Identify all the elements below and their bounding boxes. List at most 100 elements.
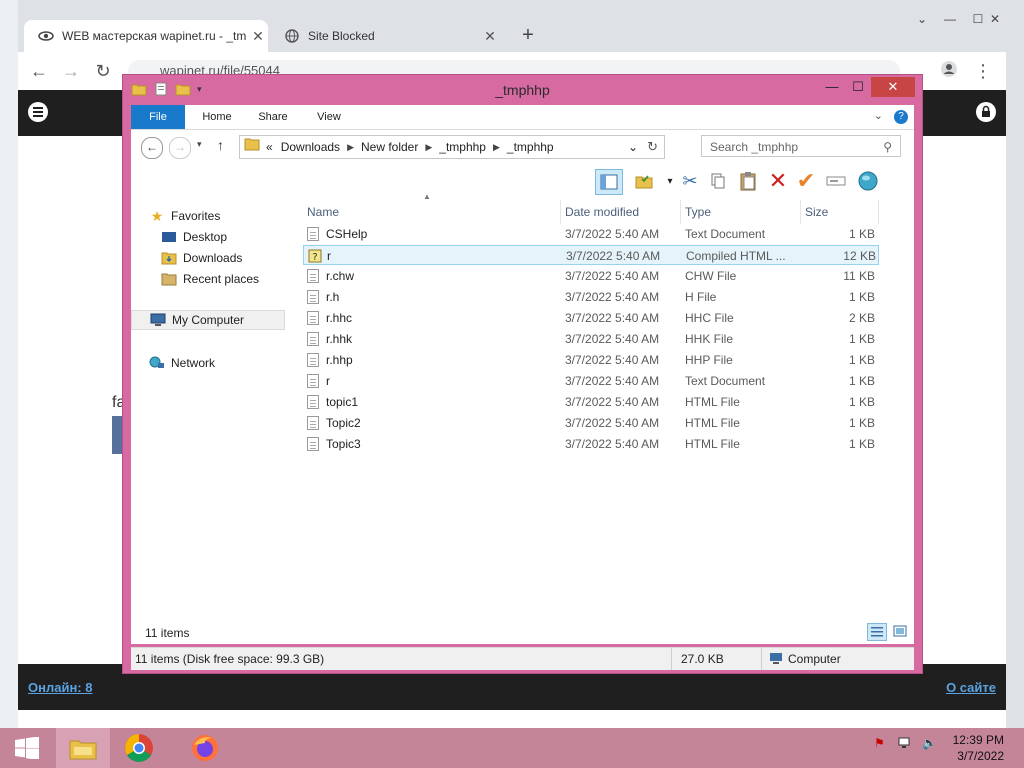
menu-dots-icon[interactable]: ⋮ [972, 60, 994, 82]
profile-avatar-icon[interactable] [938, 60, 960, 82]
paste-icon[interactable] [735, 169, 761, 193]
file-row[interactable]: Topic3 3/7/2022 5:40 AM HTML File 1 KB [303, 434, 879, 454]
file-row[interactable]: CSHelp 3/7/2022 5:40 AM Text Document 1 KB [303, 224, 879, 244]
chevron-right-icon[interactable]: ▶ [425, 136, 432, 158]
breadcrumb-downloads[interactable]: Downloads [281, 136, 340, 158]
file-name-cell: Topic2 [307, 413, 557, 433]
tab-wapinet[interactable]: WEB мастерская wapinet.ru - _tm ✕ [24, 20, 268, 52]
lock-icon[interactable] [976, 102, 996, 122]
volume-muted-icon[interactable]: 🔈 [922, 736, 937, 750]
file-row[interactable]: r 3/7/2022 5:40 AM Text Document 1 KB [303, 371, 879, 391]
file-type-cell: HHK File [685, 332, 734, 346]
rename-icon[interactable] [823, 169, 849, 193]
file-row[interactable]: r.hhc 3/7/2022 5:40 AM HHC File 2 KB [303, 308, 879, 328]
large-icons-view-icon[interactable] [891, 623, 911, 641]
forward-button[interactable]: → [169, 137, 191, 159]
file-size-cell: 12 KB [843, 249, 876, 263]
back-button[interactable]: ← [141, 137, 163, 159]
nav-network[interactable]: Network [149, 353, 215, 373]
delete-icon[interactable]: ✕ [765, 168, 791, 193]
clock[interactable]: 12:39 PM 3/7/2022 [953, 732, 1004, 764]
tab-share[interactable]: Share [249, 105, 297, 129]
cut-icon[interactable]: ✂ [677, 169, 703, 193]
action-center-flag-icon[interactable]: ⚑ [874, 736, 885, 750]
file-icon [307, 290, 319, 304]
nav-favorites[interactable]: ★ Favorites [149, 206, 221, 226]
nav-my-computer[interactable]: My Computer [131, 310, 285, 330]
reload-icon[interactable]: ↻ [92, 60, 114, 82]
window-titlebar[interactable]: ▾ _tmphhp — ☐ ✕ [123, 75, 922, 105]
refresh-icon[interactable]: ↻ [647, 136, 658, 158]
recent-locations-icon[interactable]: ▾ [197, 139, 202, 150]
file-row[interactable]: Topic2 3/7/2022 5:40 AM HTML File 1 KB [303, 413, 879, 433]
file-name-cell: r.hhp [307, 350, 557, 370]
ribbon-tabs: File Home Share View ⌄ ? [131, 105, 914, 130]
maximize-button[interactable]: ☐ [845, 77, 871, 97]
close-button[interactable]: ✕ [871, 77, 915, 97]
file-type-cell: HTML File [685, 437, 740, 451]
preview-pane-icon[interactable] [595, 169, 623, 195]
close-tab-icon[interactable]: ✕ [480, 28, 500, 45]
nav-recent-places[interactable]: Recent places [161, 269, 259, 289]
address-bar[interactable]: « Downloads ▶ New folder ▶ _tmphhp ▶ _tm… [239, 135, 665, 159]
nav-downloads[interactable]: Downloads [161, 248, 242, 268]
tab-file[interactable]: File [131, 105, 185, 129]
chevron-right-icon[interactable]: ▶ [347, 136, 354, 158]
hamburger-menu-icon[interactable] [28, 102, 48, 122]
close-icon[interactable]: ✕ [986, 12, 1004, 28]
about-link[interactable]: О сайте [946, 680, 996, 695]
tab-title: Site Blocked [308, 29, 375, 43]
details-view-icon[interactable] [867, 623, 887, 641]
help-icon[interactable]: ? [894, 110, 908, 124]
expand-ribbon-icon[interactable]: ⌄ [874, 110, 883, 122]
tab-home[interactable]: Home [193, 105, 241, 129]
column-type[interactable]: Type [681, 200, 801, 224]
file-row[interactable]: r.h 3/7/2022 5:40 AM H File 1 KB [303, 287, 879, 307]
breadcrumb-tmphhp-current[interactable]: _tmphhp [507, 136, 554, 158]
maximize-icon[interactable]: ☐ [968, 12, 988, 28]
close-tab-icon[interactable]: ✕ [248, 28, 268, 45]
chrome-taskbar-icon[interactable] [112, 728, 166, 768]
window-title: _tmphhp [495, 82, 550, 98]
nav-desktop[interactable]: Desktop [161, 227, 227, 247]
breadcrumb-new-folder[interactable]: New folder [361, 136, 418, 158]
file-size-cell: 1 KB [848, 332, 875, 346]
column-name[interactable]: Name [303, 200, 561, 224]
breadcrumb-tmphhp[interactable]: _tmphhp [439, 136, 486, 158]
file-name: r [327, 249, 331, 263]
start-button[interactable] [0, 728, 54, 768]
new-tab-button[interactable]: + [516, 24, 540, 48]
file-row[interactable]: r.hhp 3/7/2022 5:40 AM HHP File 1 KB [303, 350, 879, 370]
file-name: r.h [326, 290, 340, 304]
tab-view[interactable]: View [305, 105, 353, 129]
file-type-cell: HHC File [685, 311, 734, 325]
column-date-modified[interactable]: Date modified [561, 200, 681, 224]
address-dropdown-icon[interactable]: ⌄ [628, 136, 638, 158]
file-name: r [326, 374, 330, 388]
online-count-link[interactable]: Онлайн: 8 [28, 680, 92, 695]
chevron-right-icon[interactable]: ▶ [493, 136, 500, 158]
file-row[interactable]: r.hhk 3/7/2022 5:40 AM HHK File 1 KB [303, 329, 879, 349]
back-arrow-icon[interactable]: ← [28, 60, 50, 82]
chevron-down-icon[interactable]: ⌄ [912, 12, 932, 28]
up-arrow-icon[interactable]: ↑ [217, 137, 224, 153]
firefox-taskbar-icon[interactable] [178, 728, 232, 768]
file-row[interactable]: r.chw 3/7/2022 5:40 AM CHW File 11 KB [303, 266, 879, 286]
tab-site-blocked[interactable]: Site Blocked ✕ [270, 20, 500, 52]
network-tray-icon[interactable] [898, 736, 914, 753]
file-row[interactable]: topic1 3/7/2022 5:40 AM HTML File 1 KB [303, 392, 879, 412]
select-folder-icon[interactable] [631, 169, 657, 193]
minimize-icon[interactable]: — [940, 12, 960, 28]
breadcrumb-overflow[interactable]: « [266, 136, 273, 158]
file-explorer-taskbar-icon[interactable] [56, 728, 110, 768]
sphere-icon[interactable] [855, 169, 881, 193]
file-date-cell: 3/7/2022 5:40 AM [565, 227, 660, 241]
column-size[interactable]: Size [801, 200, 879, 224]
checkmark-icon[interactable]: ✔ [793, 168, 819, 193]
search-input[interactable]: Search _tmphhp ⚲ [701, 135, 901, 157]
forward-arrow-icon[interactable]: → [60, 60, 82, 82]
copy-icon[interactable] [705, 169, 731, 193]
file-row[interactable]: ? r 3/7/2022 5:40 AM Compiled HTML ... 12 KB [303, 245, 879, 265]
file-size-cell: 1 KB [848, 227, 875, 241]
minimize-button[interactable]: — [819, 77, 845, 97]
